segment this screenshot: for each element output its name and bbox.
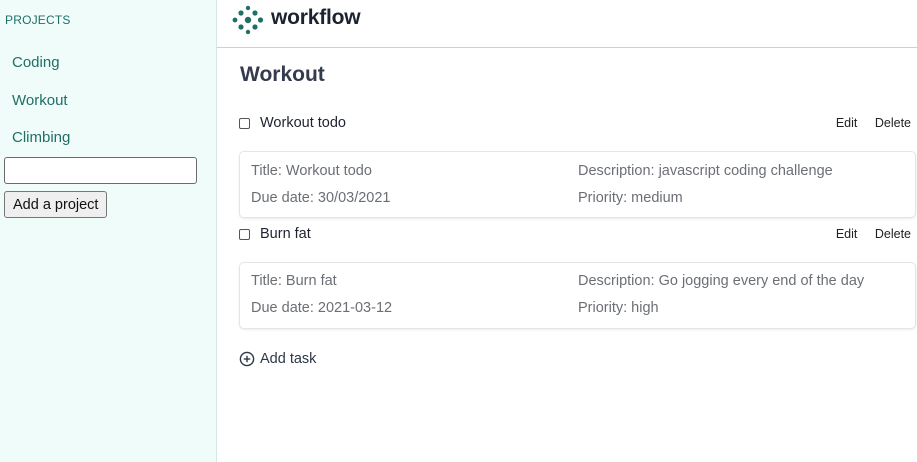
- sidebar-item-coding[interactable]: Coding: [0, 50, 216, 88]
- task-description: Description: Go jogging every end of the…: [578, 273, 865, 289]
- sidebar: PROJECTS Coding Workout Climbing Add a p…: [0, 0, 217, 462]
- delete-task-button[interactable]: Delete: [875, 227, 911, 241]
- task-title: Title: Workout todo: [251, 163, 372, 179]
- project-list: Coding Workout Climbing: [0, 50, 216, 163]
- app-header: workflow: [217, 0, 917, 48]
- task-name[interactable]: Burn fat: [260, 226, 311, 242]
- page-title: Workout: [240, 63, 325, 86]
- add-task-label: Add task: [260, 351, 317, 367]
- delete-task-button[interactable]: Delete: [875, 116, 911, 130]
- task-details-card: Title: Burn fat Description: Go jogging …: [239, 262, 916, 329]
- task-priority: Priority: medium: [578, 190, 683, 206]
- add-task-button[interactable]: Add task: [239, 349, 316, 369]
- main-content: Workout Workout todo Edit Delete Title: …: [217, 48, 917, 462]
- task-due-date: Due date: 30/03/2021: [251, 190, 391, 206]
- task-actions: Edit Delete: [822, 227, 911, 241]
- task-row: Workout todo Edit Delete: [239, 112, 917, 136]
- logo-text[interactable]: workflow: [271, 6, 361, 30]
- task-title: Title: Burn fat: [251, 273, 337, 289]
- new-project-input[interactable]: [4, 157, 197, 184]
- workflow-logo-icon: [232, 5, 264, 35]
- sidebar-heading: PROJECTS: [5, 13, 71, 27]
- plus-circle-icon: [239, 351, 255, 367]
- edit-task-button[interactable]: Edit: [836, 227, 858, 241]
- add-project-button[interactable]: Add a project: [4, 191, 108, 218]
- task-row: Burn fat Edit Delete: [239, 223, 917, 247]
- app-root: PROJECTS Coding Workout Climbing Add a p…: [0, 0, 917, 462]
- task-description: Description: javascript coding challenge: [578, 163, 833, 179]
- task-checkbox[interactable]: [239, 229, 250, 240]
- task-due-date: Due date: 2021-03-12: [251, 300, 393, 316]
- task-details-card: Title: Workout todo Description: javascr…: [239, 151, 916, 218]
- sidebar-item-workout[interactable]: Workout: [0, 88, 216, 126]
- task-name[interactable]: Workout todo: [260, 115, 346, 131]
- edit-task-button[interactable]: Edit: [836, 116, 858, 130]
- task-actions: Edit Delete: [822, 116, 911, 130]
- task-checkbox[interactable]: [239, 118, 250, 129]
- task-priority: Priority: high: [578, 300, 659, 316]
